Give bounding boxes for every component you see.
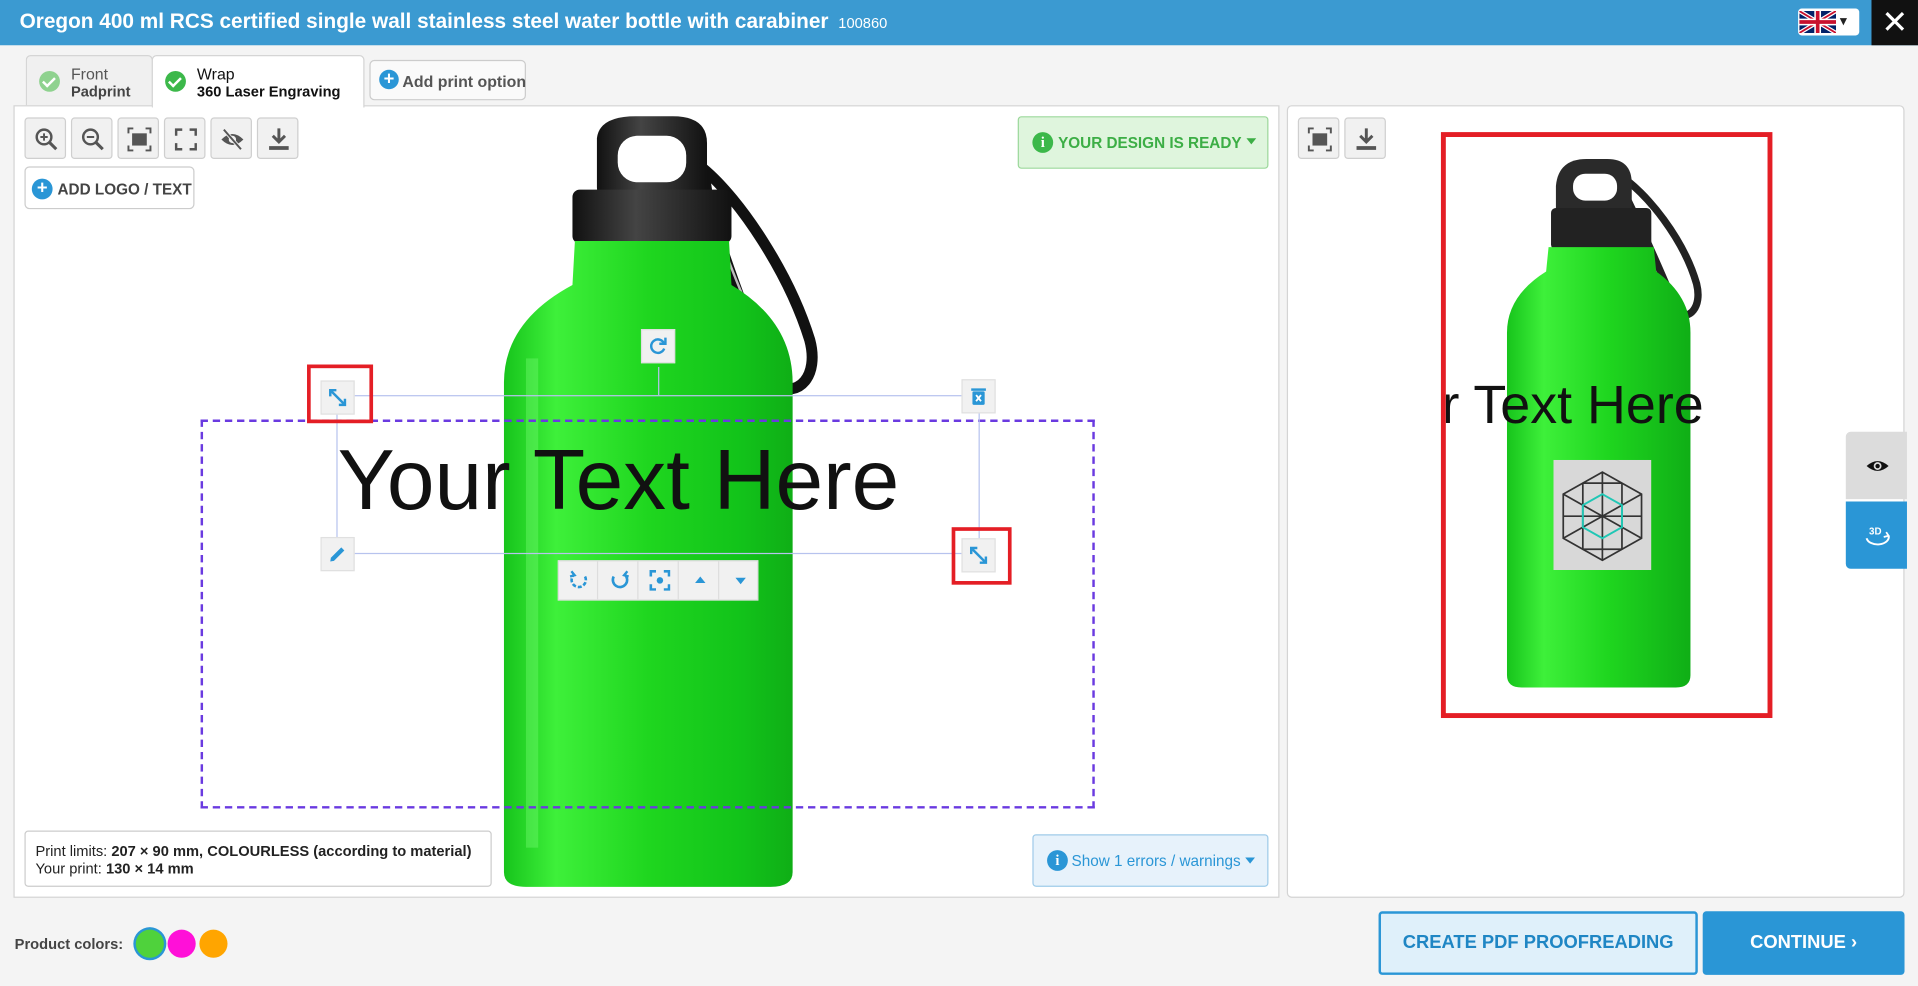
- rotate-right-button[interactable]: [599, 561, 639, 600]
- info-icon: i: [1047, 850, 1068, 871]
- caret-down-icon: [735, 577, 746, 585]
- product-colors-label: Product colors:: [14, 935, 124, 953]
- close-button[interactable]: ✕: [1871, 0, 1918, 46]
- move-down-button[interactable]: [720, 561, 759, 599]
- download-icon: [269, 128, 289, 150]
- uk-flag-icon: [1799, 11, 1837, 34]
- center-button[interactable]: [640, 561, 679, 600]
- zoom-out-button[interactable]: [70, 117, 113, 160]
- plus-icon: +: [31, 178, 53, 200]
- pencil-icon: [330, 547, 345, 562]
- resize-diagonal-icon: [329, 388, 347, 407]
- download-button[interactable]: [256, 117, 299, 160]
- design-ready-label: YOUR DESIGN IS READY: [1058, 134, 1242, 152]
- fit-screen-button[interactable]: [117, 117, 160, 160]
- rotate-connector: [658, 366, 660, 396]
- tab-front-padprint[interactable]: Front Padprint: [25, 55, 153, 107]
- check-icon: [39, 70, 60, 92]
- preview-3d-button[interactable]: 3D: [1845, 501, 1907, 569]
- add-logo-text-button[interactable]: + ADD LOGO / TEXT: [24, 166, 195, 210]
- eye-icon: [1866, 461, 1889, 471]
- color-swatch-green[interactable]: [135, 929, 164, 958]
- add-print-option-button[interactable]: + Add print option: [369, 59, 527, 101]
- preview-logo-image: [1553, 459, 1652, 571]
- info-icon: i: [1032, 132, 1054, 153]
- check-icon: [165, 70, 186, 92]
- chevron-right-icon: ›: [1851, 932, 1858, 953]
- element-controls: [557, 560, 759, 601]
- download-icon: [1356, 128, 1377, 150]
- zoom-in-icon: [35, 128, 58, 151]
- fit-screen-icon: [1307, 127, 1332, 152]
- delete-handle[interactable]: [961, 379, 996, 414]
- tab-wrap-laser-engraving[interactable]: Wrap 360 Laser Engraving: [151, 55, 365, 108]
- resize-handle-top-left[interactable]: [320, 380, 355, 415]
- hide-icon: [221, 128, 244, 151]
- create-pdf-proofreading-button[interactable]: CREATE PDF PROOFREADING: [1378, 911, 1698, 975]
- fullscreen-button[interactable]: [163, 117, 206, 160]
- tab-label-top: Wrap: [196, 64, 235, 84]
- rotate-left-button[interactable]: [559, 561, 599, 600]
- errors-warnings-dropdown[interactable]: i Show 1 errors / warnings: [1032, 834, 1269, 887]
- plus-icon: +: [379, 69, 399, 90]
- title-bar: Oregon 400 ml RCS certified single wall …: [0, 0, 1918, 46]
- your-print-value: 130 × 14 mm: [105, 859, 194, 878]
- tab-label-bottom: Padprint: [70, 83, 131, 101]
- rotate-left-icon: [569, 570, 588, 589]
- fullscreen-icon: [174, 128, 197, 151]
- rotate-handle[interactable]: [640, 329, 676, 364]
- svg-text:3D: 3D: [1869, 527, 1881, 538]
- caret-up-icon: [695, 576, 706, 584]
- print-limits-label: Print limits:: [35, 842, 108, 860]
- fit-screen-icon: [127, 127, 152, 152]
- rotate-right-icon: [611, 570, 629, 589]
- add-print-option-label: Add print option: [402, 72, 527, 91]
- tab-label-top: Front: [70, 64, 109, 84]
- design-text-element[interactable]: Your Text Here: [338, 431, 900, 529]
- preview-download-button[interactable]: [1344, 117, 1386, 160]
- trash-icon: [971, 388, 986, 405]
- preview-visibility-button[interactable]: [1845, 431, 1907, 500]
- preview-fit-button[interactable]: [1297, 117, 1340, 160]
- product-title: Oregon 400 ml RCS certified single wall …: [19, 9, 888, 34]
- add-logo-text-label: ADD LOGO / TEXT: [57, 181, 192, 199]
- your-print-label: Your print:: [35, 859, 102, 878]
- caret-down-icon: [1245, 857, 1256, 864]
- product-code: 100860: [838, 14, 888, 32]
- print-limits-info: Print limits: 207 × 90 mm, COLOURLESS (a…: [24, 830, 492, 887]
- 3d-rotate-icon: 3D: [1865, 527, 1891, 546]
- preview-design-text: Your Text Here: [1446, 375, 1704, 436]
- move-up-button[interactable]: [680, 561, 720, 600]
- caret-down-icon: [1246, 138, 1257, 145]
- language-selector[interactable]: ▾: [1798, 8, 1860, 36]
- resize-diagonal-icon: [969, 546, 988, 564]
- rotate-icon: [649, 337, 667, 355]
- tab-label-bottom: 360 Laser Engraving: [196, 83, 341, 101]
- color-swatch-magenta[interactable]: [167, 929, 196, 958]
- zoom-in-button[interactable]: [24, 117, 67, 160]
- continue-label: CONTINUE: [1750, 932, 1846, 953]
- design-ready-dropdown[interactable]: i YOUR DESIGN IS READY: [1017, 116, 1269, 169]
- hide-button[interactable]: [210, 117, 252, 160]
- print-limits-value: 207 × 90 mm, COLOURLESS (according to ma…: [111, 842, 472, 860]
- preview-image-frame: Your Text Here: [1440, 132, 1773, 719]
- color-swatch-orange[interactable]: [199, 929, 228, 958]
- center-focus-icon: [649, 570, 671, 591]
- zoom-out-icon: [81, 128, 104, 151]
- continue-button[interactable]: CONTINUE ›: [1702, 911, 1905, 975]
- edit-handle[interactable]: [320, 536, 355, 572]
- resize-handle-bottom-right[interactable]: [961, 538, 996, 573]
- chevron-down-icon: ▾: [1839, 12, 1848, 30]
- errors-warnings-label: Show 1 errors / warnings: [1071, 852, 1241, 870]
